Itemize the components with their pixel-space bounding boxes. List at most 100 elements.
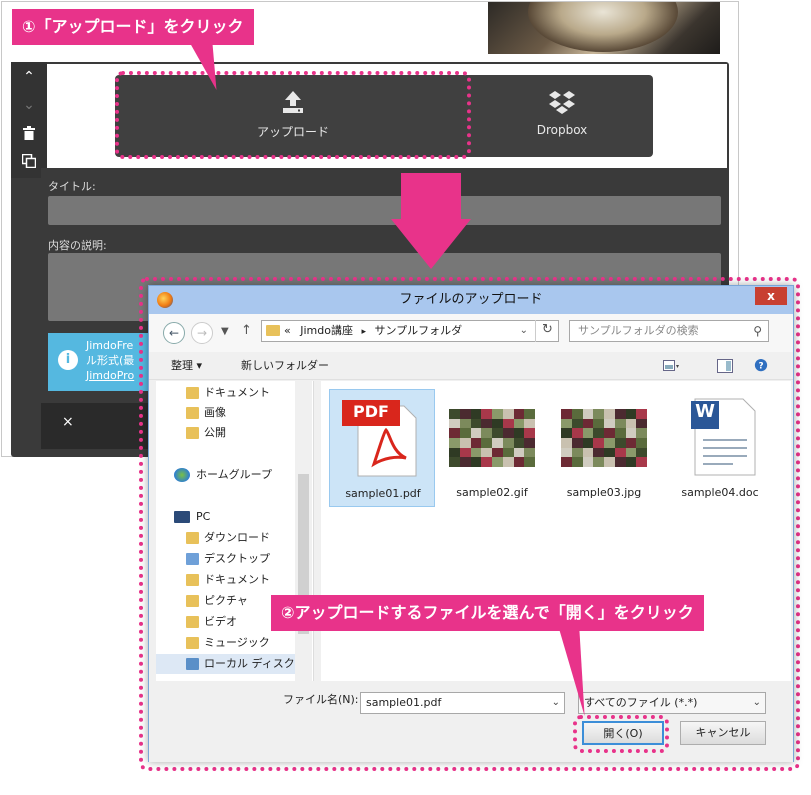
mosaic-cell — [524, 418, 535, 429]
dialog-title: ファイルのアップロード — [399, 292, 543, 307]
dropbox-button[interactable]: Dropbox — [471, 75, 653, 157]
mosaic-cell — [604, 428, 615, 438]
search-input[interactable]: サンプルフォルダの検索 ⚲ — [569, 320, 769, 342]
file-item[interactable]: sample02.gif — [439, 389, 545, 507]
nav-item-pc-documents[interactable]: ドキュメント — [186, 570, 270, 590]
pc-icon — [174, 511, 190, 523]
nav-item-label: ピクチャ — [204, 594, 248, 607]
address-bar[interactable]: « Jimdo講座 ▸ サンプルフォルダ ⌄ — [261, 320, 559, 342]
dropbox-label: Dropbox — [536, 123, 588, 137]
mosaic-cell — [492, 447, 503, 458]
view-options-icon[interactable] — [663, 359, 679, 373]
refresh-icon[interactable]: ↻ — [535, 320, 559, 342]
organize-button[interactable]: 整理 ▾ — [171, 352, 202, 380]
mosaic-cell — [449, 457, 460, 467]
dialog-close-button[interactable]: x — [755, 287, 787, 305]
move-down-icon[interactable]: ⌄ — [11, 92, 47, 118]
mosaic-cell — [513, 438, 525, 448]
mosaic-cell — [625, 409, 637, 419]
breadcrumb-parent[interactable]: Jimdo講座 — [300, 324, 353, 337]
cancel-button[interactable]: キャンセル — [680, 721, 766, 745]
file-item[interactable]: sample03.jpg — [551, 389, 657, 507]
mosaic-cell — [625, 438, 637, 448]
mosaic-cell — [614, 428, 626, 438]
nav-item-music[interactable]: ミュージック — [186, 633, 270, 653]
mosaic-cell — [513, 428, 525, 438]
chevron-down-icon[interactable]: ⌄ — [753, 693, 761, 713]
up-icon[interactable]: ↑ — [241, 323, 252, 338]
mosaic-cell — [492, 428, 503, 438]
title-input[interactable] — [48, 196, 721, 225]
nav-item-pictures[interactable]: ピクチャ — [186, 591, 248, 611]
nav-item-label: ホームグループ — [196, 468, 273, 481]
nav-item-documents[interactable]: ドキュメント — [186, 383, 270, 403]
chevron-down-icon[interactable]: ⌄ — [552, 693, 560, 713]
chevron-down-icon[interactable]: ⌄ — [520, 321, 528, 341]
nav-item-downloads[interactable]: ダウンロード — [186, 528, 270, 548]
forward-icon[interactable]: → — [191, 322, 213, 344]
mosaic-cell — [561, 438, 572, 448]
folder-icon — [186, 407, 199, 419]
mosaic-cell — [614, 418, 626, 429]
mosaic-cell — [636, 418, 647, 429]
nav-item-label: 画像 — [204, 406, 226, 419]
mosaic-cell — [502, 428, 514, 438]
mosaic-cell — [614, 457, 626, 467]
new-folder-button[interactable]: 新しいフォルダー — [241, 352, 329, 380]
mosaic-cell — [470, 418, 482, 429]
nav-item-pc[interactable]: PC — [174, 507, 210, 527]
mosaic-cell — [524, 428, 535, 438]
mosaic-cell — [614, 447, 626, 458]
breadcrumb-separator: ▸ — [361, 327, 366, 337]
filetype-select[interactable]: すべてのファイル (*.*) ⌄ — [578, 692, 766, 714]
mosaic-cell — [481, 418, 492, 429]
file-item[interactable]: PDF sample01.pdf — [329, 389, 435, 507]
mosaic-cell — [561, 409, 572, 419]
downloads-folder-icon — [186, 532, 199, 544]
file-name: sample03.jpg — [566, 486, 642, 499]
nav-item-videos[interactable]: ビデオ — [186, 612, 237, 632]
nav-item-local-disk[interactable]: ローカル ディスク (C — [156, 654, 310, 674]
nav-item-public[interactable]: 公開 — [186, 423, 226, 443]
nav-item-desktop[interactable]: デスクトップ — [186, 549, 270, 569]
disk-icon — [186, 658, 199, 670]
mosaic-cell — [636, 457, 647, 467]
move-up-icon[interactable]: ⌃ — [11, 64, 47, 90]
help-icon[interactable]: ? — [753, 359, 769, 373]
breadcrumb-current[interactable]: サンプルフォルダ — [375, 324, 463, 337]
mosaic-cell — [582, 409, 594, 419]
info-icon: i — [58, 350, 78, 370]
mosaic-cell — [492, 438, 503, 448]
mosaic-cell — [636, 409, 647, 419]
dropbox-icon — [549, 91, 575, 114]
homegroup-icon — [174, 468, 190, 482]
breadcrumb-root[interactable]: « — [284, 324, 291, 337]
close-editor-button[interactable]: × — [62, 414, 74, 430]
mosaic-cell — [470, 409, 482, 419]
mosaic-cell — [470, 447, 482, 458]
mosaic-cell — [449, 428, 460, 438]
file-item[interactable]: W sample04.doc — [667, 389, 773, 507]
mosaic-cell — [502, 418, 514, 429]
mosaic-cell — [636, 438, 647, 448]
folder-icon — [186, 427, 199, 439]
mosaic-cell — [625, 447, 637, 458]
preview-pane-icon[interactable] — [717, 359, 733, 373]
mosaic-cell — [502, 457, 514, 467]
mosaic-cell — [492, 418, 503, 429]
history-dropdown-icon[interactable]: ▼ — [221, 326, 229, 337]
trash-icon[interactable] — [11, 120, 47, 146]
word-file-icon — [691, 398, 756, 476]
dialog-titlebar: ファイルのアップロード x — [149, 286, 793, 314]
file-upload-dialog: ファイルのアップロード x ← → ▼ ↑ « Jimdo講座 ▸ サンプルフォ… — [148, 285, 794, 762]
navigation-pane: ドキュメント 画像 公開 ホームグループ PC ダウンロード デスクトップ ドキ… — [156, 381, 314, 681]
back-icon[interactable]: ← — [163, 322, 185, 344]
mosaic-cell — [449, 409, 460, 419]
folder-icon — [266, 325, 280, 336]
nav-item-images[interactable]: 画像 — [186, 403, 226, 423]
upload-highlight — [115, 71, 471, 159]
filename-input[interactable]: sample01.pdf ⌄ — [360, 692, 565, 714]
nav-item-homegroup[interactable]: ホームグループ — [174, 465, 272, 485]
mosaic-cell — [561, 447, 572, 458]
mosaic-cell — [571, 438, 583, 448]
